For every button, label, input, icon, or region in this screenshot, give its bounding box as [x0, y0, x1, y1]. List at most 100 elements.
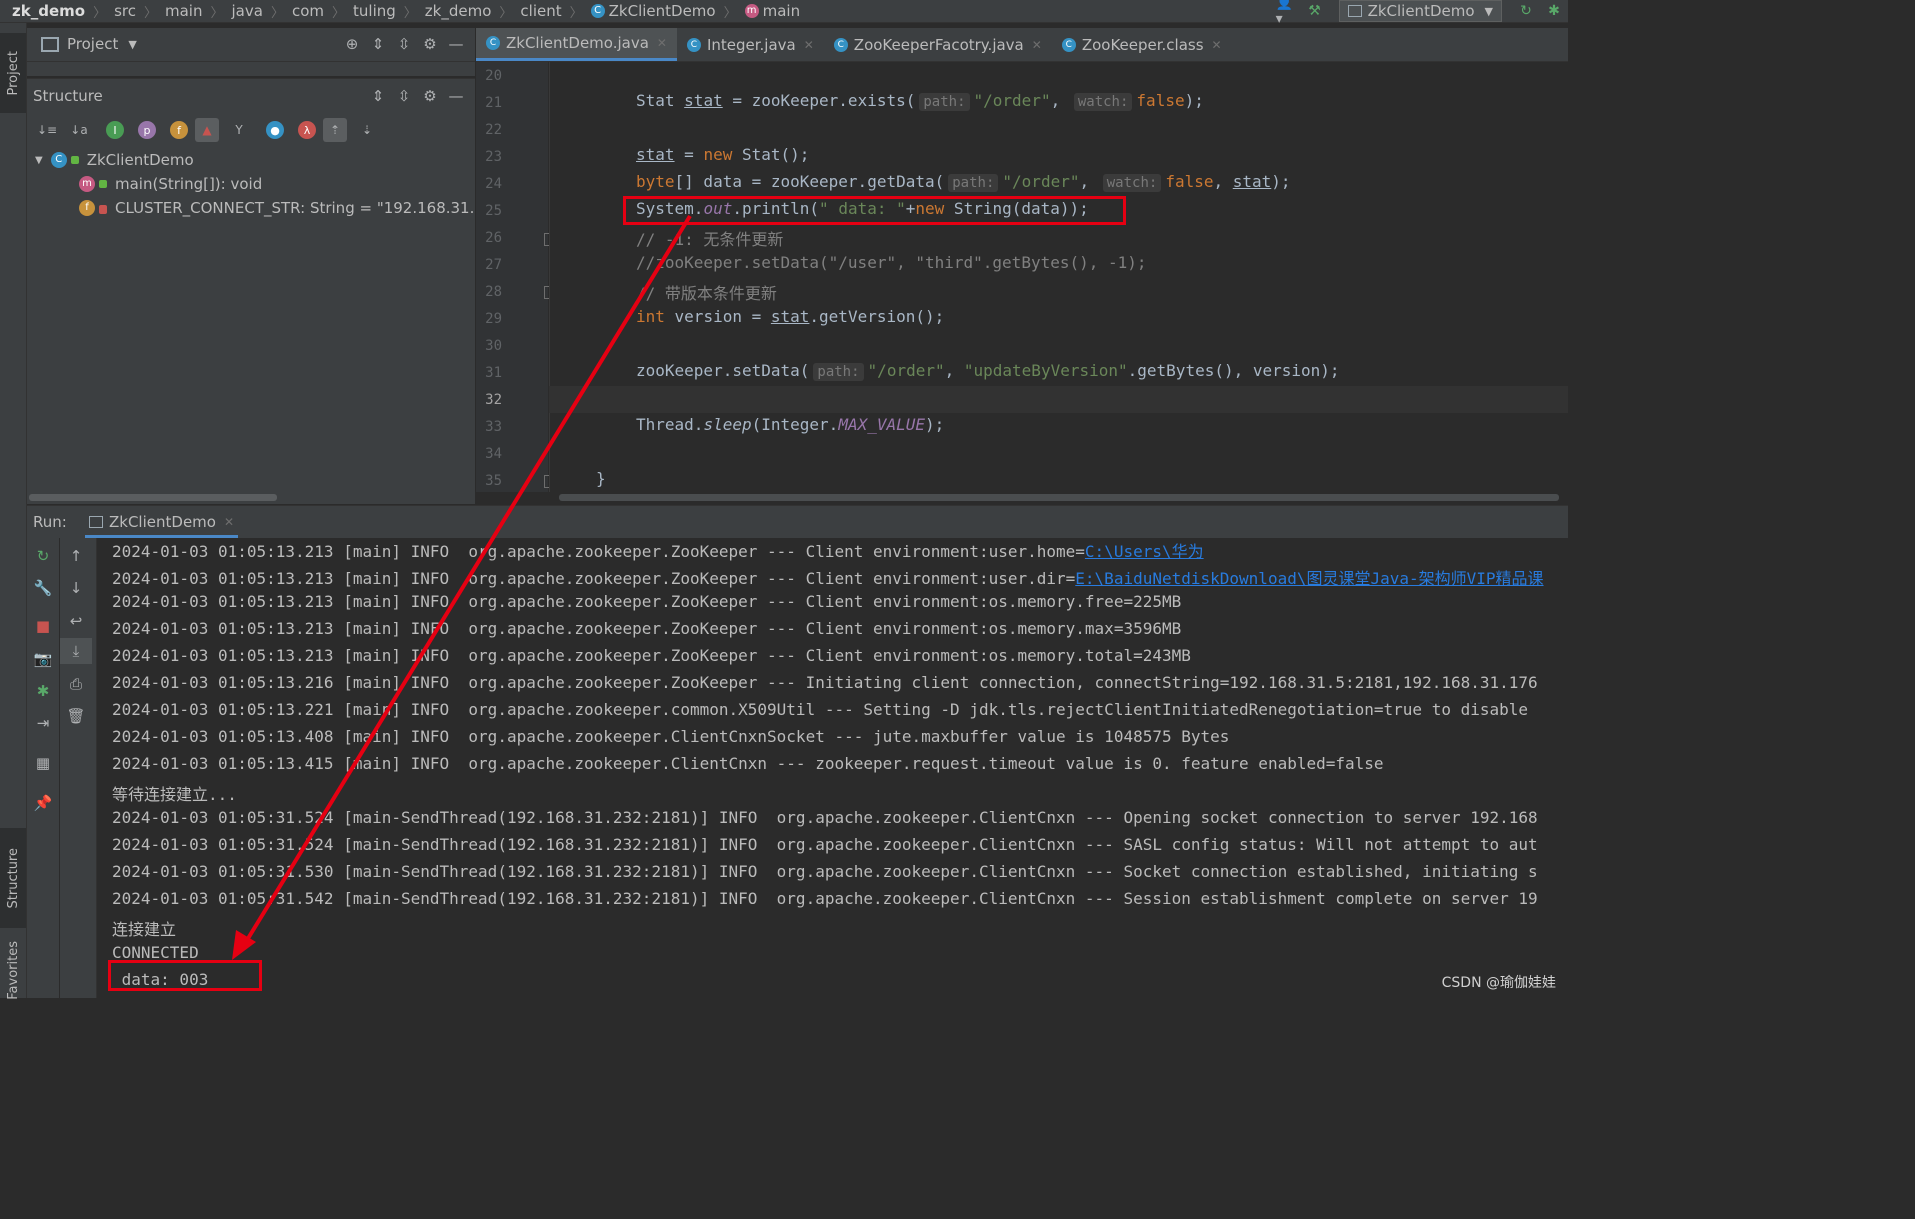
console-text: 2024-01-03 01:05:13.213 [main] INFO org.…: [112, 542, 1085, 561]
run-tab-label: ZkClientDemo: [109, 512, 216, 531]
collapse-all-icon[interactable]: ⇳: [391, 33, 417, 55]
editor-horizontal-scrollbar[interactable]: [549, 492, 1568, 504]
soft-wrap-icon[interactable]: ↩: [60, 608, 92, 634]
close-icon[interactable]: ✕: [1212, 38, 1222, 52]
console-line: 2024-01-03 01:05:13.213 [main] INFO org.…: [112, 538, 1204, 562]
tree-node-method[interactable]: m main(String[]): void: [79, 172, 262, 196]
class-icon: C: [833, 37, 848, 52]
collapse-all-icon[interactable]: ⇳: [391, 85, 417, 107]
tree-node-label: main(String[]): void: [115, 175, 263, 193]
locate-icon[interactable]: ⊕: [339, 33, 365, 55]
close-icon[interactable]: ✕: [804, 38, 814, 52]
scroll-to-end-icon[interactable]: ⤓: [60, 638, 92, 664]
show-properties-icon[interactable]: p: [138, 121, 156, 139]
show-anonymous-icon[interactable]: Y: [227, 118, 251, 142]
code-token: Stat();: [732, 145, 810, 164]
code-token: ,: [1050, 91, 1070, 110]
tree-node-field[interactable]: f CLUSTER_CONNECT_STR: String = "192.168…: [79, 196, 475, 220]
exit-icon[interactable]: ⇥: [27, 710, 59, 736]
print-icon[interactable]: ⎙: [60, 671, 92, 697]
editor-tab-bar: C ZkClientDemo.java ✕ C Integer.java ✕ C…: [476, 28, 1568, 62]
breadcrumb-item-method[interactable]: m main: [744, 2, 800, 20]
rerun-icon[interactable]: ↻: [27, 543, 59, 569]
run-configuration-select[interactable]: ZkClientDemo ▼: [1338, 0, 1502, 22]
autoscroll-to-source-icon[interactable]: ⇡: [323, 118, 347, 142]
breadcrumb-item-class[interactable]: C ZkClientDemo: [590, 2, 716, 20]
console-link[interactable]: C:\Users\华为: [1085, 542, 1204, 561]
arrow-down-icon[interactable]: ↓: [60, 575, 92, 601]
code-token: byte: [636, 172, 675, 191]
console-line: 2024-01-03 01:05:13.213 [main] INFO org.…: [112, 646, 1191, 665]
project-header-actions: ⊕ ⇕ ⇳ ⚙ —: [339, 33, 469, 55]
debug-bug-icon[interactable]: ✱: [27, 678, 59, 704]
stop-icon[interactable]: ■: [27, 613, 59, 639]
wrench-icon[interactable]: 🔧: [27, 575, 59, 601]
close-icon[interactable]: ✕: [657, 36, 667, 50]
lambda-icon[interactable]: λ: [298, 121, 316, 139]
minimize-icon[interactable]: —: [443, 33, 469, 55]
chevron-down-icon[interactable]: ▼: [35, 155, 43, 166]
chevron-right-icon: 〉: [210, 5, 224, 21]
layout-icon[interactable]: ▦: [27, 750, 59, 776]
structure-tool-button[interactable]: Structure: [0, 828, 26, 928]
tree-node-label: ZkClientDemo: [86, 151, 194, 169]
favorites-tool-button[interactable]: Favorites: [0, 938, 26, 1003]
breadcrumb-item-zk-demo[interactable]: zk_demo: [425, 2, 492, 20]
line-number: 34: [485, 446, 502, 462]
breadcrumb-item-java[interactable]: java: [232, 2, 263, 20]
expand-all-icon[interactable]: ⇕: [365, 33, 391, 55]
chevron-right-icon: 〉: [403, 5, 417, 21]
autoscroll-from-source-icon[interactable]: ⇣: [355, 118, 379, 142]
sort-by-visibility-icon[interactable]: ↓≡: [35, 118, 59, 142]
show-non-public-icon[interactable]: ▲: [195, 118, 219, 142]
tab-zookeeperfacotry-java[interactable]: C ZooKeeperFacotry.java ✕: [824, 28, 1052, 61]
arrow-up-icon[interactable]: ↑: [60, 543, 92, 569]
tab-integer-java[interactable]: C Integer.java ✕: [677, 28, 824, 61]
show-fields-icon[interactable]: f: [170, 121, 188, 139]
minimize-icon[interactable]: —: [443, 85, 469, 107]
console-output[interactable]: 2024-01-03 01:05:13.213 [main] INFO org.…: [97, 538, 1568, 998]
public-icon: [70, 156, 79, 164]
build-hammer-icon[interactable]: ⚒: [1304, 0, 1326, 22]
code-token: [] data = zooKeeper.getData(: [674, 172, 945, 191]
breadcrumb-item-client[interactable]: client: [520, 2, 561, 20]
code-token: "updateByVersion": [963, 361, 1128, 380]
chevron-right-icon: 〉: [332, 5, 346, 21]
code-editor[interactable]: Stat stat = zooKeeper.exists(path: "/orde…: [549, 62, 1568, 492]
project-tool-button[interactable]: Project: [0, 33, 26, 113]
breadcrumb-item-main[interactable]: main: [165, 2, 202, 20]
breadcrumb-item-project[interactable]: zk_demo: [12, 2, 85, 20]
console-link[interactable]: E:\BaiduNetdiskDownload\图灵课堂Java-架构师VIP精…: [1075, 569, 1543, 588]
tab-zookeeper-class[interactable]: C ZooKeeper.class ✕: [1052, 28, 1232, 61]
breadcrumb-item-tuling[interactable]: tuling: [353, 2, 396, 20]
breadcrumb-item-com[interactable]: com: [292, 2, 324, 20]
tab-zkclientdemo-java[interactable]: C ZkClientDemo.java ✕: [476, 28, 677, 61]
debug-bug-icon[interactable]: ✱: [1543, 0, 1565, 22]
structure-horizontal-scrollbar[interactable]: [27, 492, 475, 504]
close-icon[interactable]: ✕: [1032, 38, 1042, 52]
line-number: 22: [485, 122, 502, 138]
user-icon[interactable]: 👤▾: [1276, 0, 1298, 27]
code-line-21: Stat stat = zooKeeper.exists(path: "/orde…: [636, 91, 1204, 111]
sort-alphabetically-icon[interactable]: ↓a: [67, 118, 91, 142]
parameter-hint: path:: [813, 363, 864, 381]
trash-icon[interactable]: 🗑: [60, 703, 92, 729]
class-icon: C: [590, 4, 605, 18]
run-tab-zkclientdemo[interactable]: ZkClientDemo ✕: [85, 508, 239, 538]
show-lambdas-icon[interactable]: ●: [266, 121, 284, 139]
camera-icon[interactable]: 📷: [27, 646, 59, 672]
project-view-select[interactable]: Project ▼: [41, 35, 137, 53]
gear-icon[interactable]: ⚙: [417, 33, 443, 55]
scrollbar-thumb[interactable]: [559, 494, 1559, 501]
pin-icon[interactable]: 📌: [27, 790, 59, 816]
code-token: zooKeeper.setData(: [636, 361, 810, 380]
show-inherited-icon[interactable]: I: [106, 121, 124, 139]
editor-gutter[interactable]: 20 21 22 23 24 25 26 27 28 29 30 31 32 3…: [476, 62, 588, 492]
scrollbar-thumb[interactable]: [29, 494, 277, 501]
breadcrumb-item-src[interactable]: src: [114, 2, 136, 20]
close-icon[interactable]: ✕: [224, 515, 234, 529]
gear-icon[interactable]: ⚙: [417, 85, 443, 107]
tree-node-class[interactable]: ▼ C ZkClientDemo: [35, 148, 194, 172]
rerun-icon[interactable]: ↻: [1515, 0, 1537, 22]
expand-all-icon[interactable]: ⇕: [365, 85, 391, 107]
